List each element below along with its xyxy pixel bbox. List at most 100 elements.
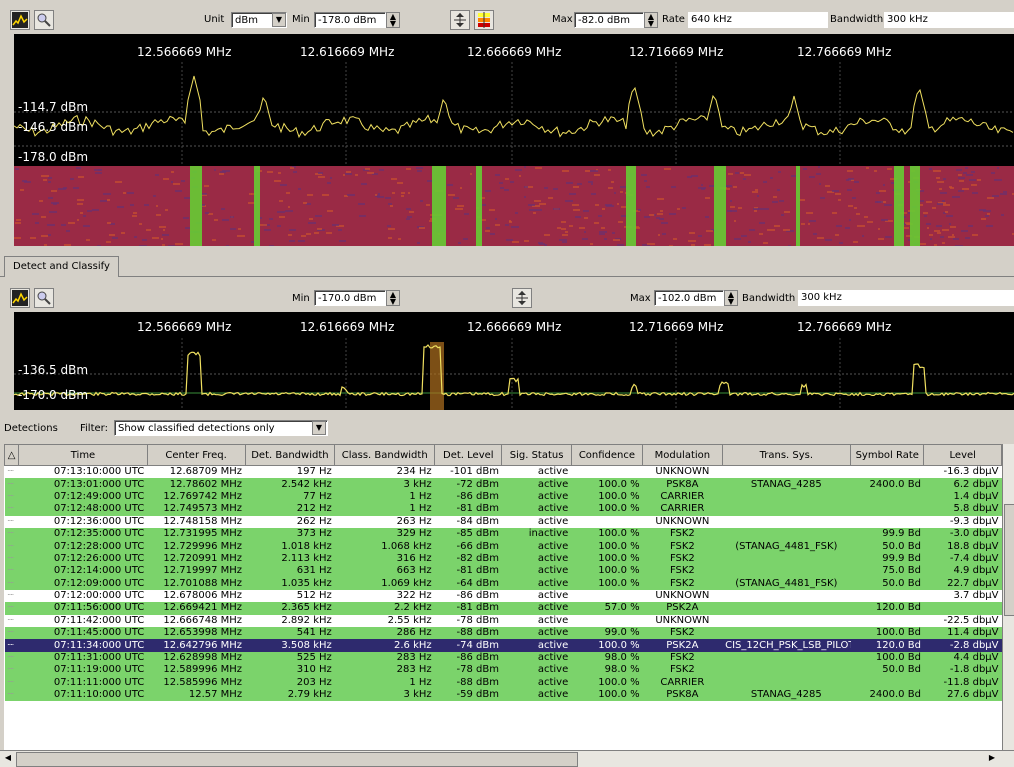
scroll-right-arrow[interactable]: ▶ xyxy=(986,753,998,764)
table-cell: active xyxy=(501,589,572,603)
auto-scale-button[interactable] xyxy=(450,10,470,30)
spectrum-icon xyxy=(12,12,28,28)
table-cell xyxy=(722,614,851,628)
table-row[interactable]: ┈ 07:12:35:000 UTC 12.731995 MHz 373 Hz 329 … xyxy=(4,527,1002,541)
bottom-max-spinner[interactable]: ▲ ▼ xyxy=(724,290,738,306)
table-cell: 12.585996 MHz xyxy=(147,676,246,690)
table-cell: PSK2A xyxy=(642,602,723,615)
table-row[interactable]: ┈ 07:12:26:000 UTC 12.720991 MHz 2.113 kHz 3… xyxy=(4,552,1002,566)
table-row[interactable]: ┈ 07:12:49:000 UTC 12.769742 MHz 77 Hz 1 Hz -… xyxy=(4,490,1002,504)
sort-indicator[interactable]: △ xyxy=(4,444,20,466)
detect-spectrum-display[interactable]: 12.566669 MHz 12.616669 MHz 12.666669 MH… xyxy=(14,312,1014,410)
table-cell: -86 dBm xyxy=(434,490,502,504)
table-row[interactable]: ┈ 07:11:10:000 UTC 12.57 MHz 2.79 kHz 3 kHz -… xyxy=(4,689,1002,702)
table-row[interactable]: ┈ 07:11:42:000 UTC 12.666748 MHz 2.892 kHz 2… xyxy=(4,614,1002,628)
table-row[interactable]: ┈ 07:13:01:000 UTC 12.78602 MHz 2.542 kHz 3 … xyxy=(4,478,1002,491)
table-cell: 100.0 % xyxy=(571,689,643,702)
table-cell xyxy=(722,565,851,578)
table-row[interactable]: ┈ 07:11:56:000 UTC 12.669421 MHz 2.365 kHz 2… xyxy=(4,602,1002,615)
table-row[interactable]: ┈ 07:11:31:000 UTC 12.628998 MHz 525 Hz 283 … xyxy=(4,651,1002,665)
table-cell xyxy=(722,676,851,690)
vertical-scrollbar[interactable] xyxy=(1002,444,1014,750)
table-cell: -7.4 dbµV xyxy=(923,552,1002,566)
unit-dropdown-arrow[interactable]: ▼ xyxy=(272,13,286,27)
color-scale-icon xyxy=(478,12,490,28)
column-header[interactable]: Confidence xyxy=(570,444,644,466)
table-cell xyxy=(722,503,851,516)
horizontal-scrollbar[interactable]: ◀ ▶ xyxy=(0,750,1014,767)
column-header[interactable]: Trans. Sys. xyxy=(721,444,852,466)
bottom-min-spinner[interactable]: ▲ ▼ xyxy=(386,290,400,306)
table-row[interactable]: ┈ 07:12:09:000 UTC 12.701088 MHz 1.035 kHz 1… xyxy=(4,577,1002,590)
table-cell: 07:11:34:000 UTC xyxy=(18,639,148,652)
scroll-left-arrow[interactable]: ◀ xyxy=(2,753,14,764)
column-header[interactable]: Time xyxy=(18,444,148,466)
color-scale-button[interactable] xyxy=(474,10,494,30)
table-cell: -88 dBm xyxy=(434,627,502,640)
top-bandwidth-field[interactable]: 300 kHz xyxy=(884,12,1014,28)
table-cell: 3 kHz xyxy=(334,478,435,491)
table-row[interactable]: ┈ 07:12:00:000 UTC 12.678006 MHz 512 Hz 322 … xyxy=(4,589,1002,603)
table-cell: 12.729996 MHz xyxy=(147,540,246,553)
table-row[interactable]: ┈ 07:13:10:000 UTC 12.68709 MHz 197 Hz 234 H… xyxy=(4,465,1002,479)
table-row[interactable]: ┈ 07:12:28:000 UTC 12.729996 MHz 1.018 kHz 1… xyxy=(4,540,1002,553)
column-header[interactable]: Level xyxy=(923,444,1002,466)
table-cell: active xyxy=(501,676,572,690)
table-cell: -72 dBm xyxy=(434,478,502,491)
tree-line: ┈ xyxy=(4,565,19,578)
column-header[interactable]: Class. Bandwidth xyxy=(334,444,436,466)
scroll-thumb[interactable] xyxy=(1004,504,1014,616)
table-cell: 2.365 kHz xyxy=(245,602,335,615)
table-cell: 12.701088 MHz xyxy=(147,577,246,590)
table-row[interactable]: ┈ 07:12:36:000 UTC 12.748158 MHz 262 Hz 263 … xyxy=(4,515,1002,528)
table-row[interactable]: ┈ 07:11:45:000 UTC 12.653998 MHz 541 Hz 286 … xyxy=(4,627,1002,640)
spectrum-icon xyxy=(12,290,28,306)
top-min-spinner[interactable]: ▲ ▼ xyxy=(386,12,400,28)
bottom-min-field[interactable]: -170.0 dBm xyxy=(314,290,386,306)
top-min-field[interactable]: -178.0 dBm xyxy=(314,12,386,28)
filter-select[interactable]: Show classified detections only xyxy=(114,420,328,436)
table-cell: (STANAG_4481_FSK) xyxy=(722,540,851,553)
tree-line: ┈ xyxy=(4,614,19,628)
top-spectrum-display[interactable]: 12.566669 MHz 12.616669 MHz 12.666669 MH… xyxy=(14,34,1014,166)
column-header[interactable]: Center Freq. xyxy=(146,444,246,466)
table-cell: 07:13:10:000 UTC xyxy=(18,465,148,479)
table-cell xyxy=(722,490,851,504)
tab-detect-and-classify[interactable]: Detect and Classify xyxy=(4,256,119,277)
table-cell: -1.8 dbµV xyxy=(923,664,1002,677)
top-max-spinner[interactable]: ▲ ▼ xyxy=(644,12,658,28)
table-cell: 12.642796 MHz xyxy=(147,639,246,652)
table-cell: active xyxy=(501,465,572,479)
table-row[interactable]: ┈ 07:11:34:000 UTC 12.642796 MHz 3.508 kHz 2… xyxy=(4,639,1002,652)
table-row[interactable]: ┈ 07:12:14:000 UTC 12.719997 MHz 631 Hz 663 … xyxy=(4,565,1002,578)
table-row[interactable]: ┈ 07:11:11:000 UTC 12.585996 MHz 203 Hz 1 Hz… xyxy=(4,676,1002,690)
table-cell: 100.0 Bd xyxy=(850,651,924,665)
table-cell xyxy=(722,627,851,640)
table-cell xyxy=(571,515,643,528)
table-row[interactable]: ┈ 07:11:19:000 UTC 12.589996 MHz 310 Hz 283 … xyxy=(4,664,1002,677)
column-header[interactable]: Modulation xyxy=(642,444,723,466)
table-cell: 99.0 % xyxy=(571,627,643,640)
column-header[interactable]: Det. Bandwidth xyxy=(244,444,336,466)
table-row[interactable]: ┈ 07:12:48:000 UTC 12.749573 MHz 212 Hz 1 Hz… xyxy=(4,503,1002,516)
tab-baseline xyxy=(0,276,1014,277)
zoom-button[interactable] xyxy=(34,10,54,30)
column-header[interactable]: Sig. Status xyxy=(501,444,572,466)
tree-line: ┈ xyxy=(4,577,19,590)
column-header[interactable]: Det. Level xyxy=(434,444,503,466)
filter-dropdown-arrow[interactable]: ▼ xyxy=(312,421,326,435)
spectrum-view-button[interactable] xyxy=(10,10,30,30)
bottom-max-field[interactable]: -102.0 dBm xyxy=(654,290,724,306)
scroll-thumb-h[interactable] xyxy=(16,752,578,767)
detect-zoom-button[interactable] xyxy=(34,288,54,308)
table-cell: 98.0 % xyxy=(571,664,643,677)
rate-field[interactable]: 640 kHz xyxy=(688,12,828,28)
table-cell xyxy=(850,490,924,504)
table-cell: 3 kHz xyxy=(334,689,435,702)
bottom-bandwidth-field[interactable]: 300 kHz xyxy=(798,290,1014,306)
column-header[interactable]: Symbol Rate xyxy=(850,444,925,466)
detect-autoscale-button[interactable] xyxy=(512,288,532,308)
top-max-field[interactable]: -82.0 dBm xyxy=(574,12,644,28)
detect-view-button[interactable] xyxy=(10,288,30,308)
waterfall-display[interactable] xyxy=(14,166,1014,246)
